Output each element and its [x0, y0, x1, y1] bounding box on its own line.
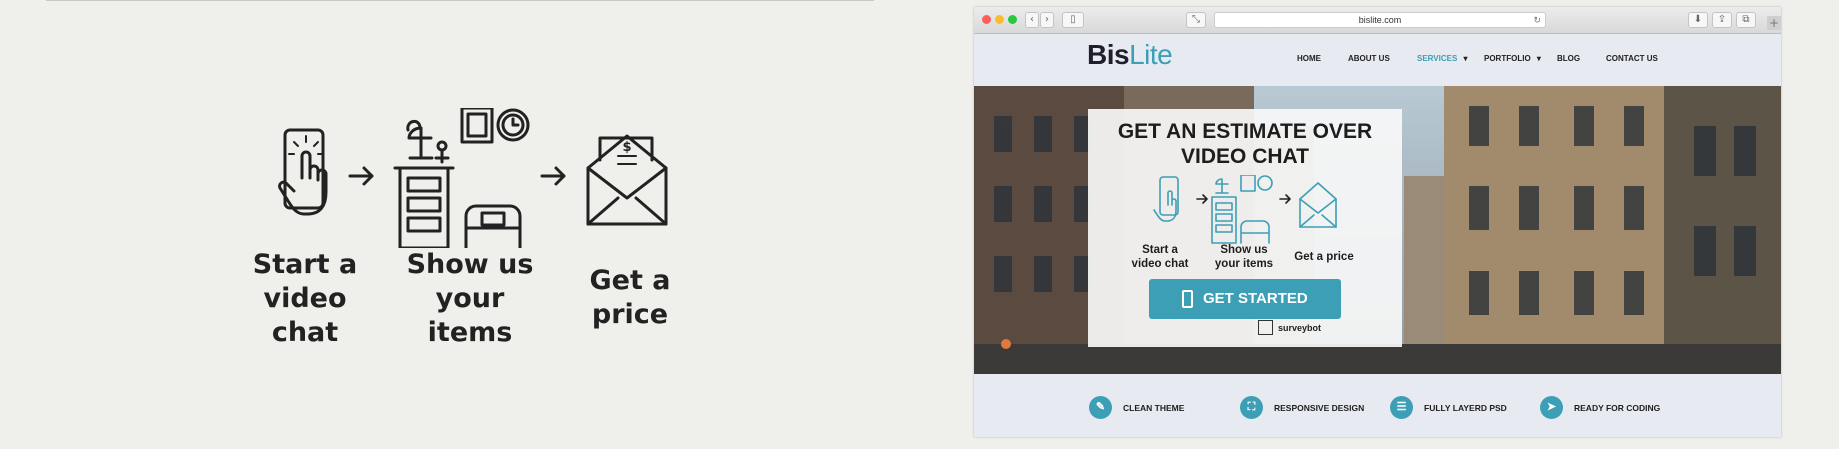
- chevron-down-icon: ▾: [1463, 54, 1468, 63]
- reload-icon[interactable]: ↻: [1533, 13, 1541, 27]
- feature-layered-psd: ☰ FULLY LAYERD PSD: [1390, 396, 1507, 419]
- nav-contact[interactable]: CONTACT US: [1606, 54, 1658, 63]
- step-label-show: Show us your items: [390, 248, 550, 350]
- get-started-label: GET STARTED: [1203, 290, 1308, 307]
- feature-label: FULLY LAYERD PSD: [1424, 403, 1507, 413]
- feature-label: CLEAN THEME: [1123, 403, 1185, 413]
- widget-title: GET AN ESTIMATE OVER VIDEO CHAT: [1088, 119, 1402, 169]
- feature-ready-coding: ➤ READY FOR CODING: [1540, 396, 1661, 419]
- logo-text-lite: Lite: [1129, 39, 1173, 70]
- widget-step-show: Show us your items: [1212, 243, 1276, 271]
- nav-portfolio[interactable]: PORTFOLIO ▾: [1484, 54, 1541, 63]
- url-text: bislite.com: [1358, 15, 1402, 25]
- phone-icon: [1182, 290, 1193, 308]
- new-tab-icon[interactable]: +: [1767, 16, 1781, 30]
- sidebar-icon[interactable]: ▯: [1062, 12, 1084, 28]
- layers-icon: ☰: [1390, 396, 1413, 419]
- nav-about[interactable]: ABOUT US: [1348, 54, 1390, 63]
- site-header: BisLite HOME ABOUT US SERVICES ▾ PORTFOL…: [974, 34, 1781, 86]
- browser-window: ‹ › ▯ ⤡ bislite.com ↻ ⬇ ⇪ ⧉ + BisLite HO…: [974, 7, 1781, 437]
- widget-step-icons: [1153, 175, 1337, 244]
- address-bar[interactable]: bislite.com ↻: [1214, 12, 1546, 28]
- responsive-icon: ⛶: [1240, 396, 1263, 419]
- nav-services-label: SERVICES: [1417, 54, 1458, 63]
- arrow-icon: [1279, 194, 1291, 204]
- arrow-icon: [348, 166, 374, 186]
- widget-title-line: GET AN ESTIMATE OVER: [1117, 120, 1373, 143]
- widget-step-text: Get a price: [1294, 251, 1354, 263]
- surveybot-text: surveybot: [1278, 323, 1322, 333]
- svg-text:$: $: [622, 140, 631, 155]
- surveybot-icon: [1258, 320, 1273, 335]
- step-text: video chat: [263, 283, 347, 348]
- widget-step-text: Start a: [1142, 244, 1178, 256]
- feature-responsive: ⛶ RESPONSIVE DESIGN: [1240, 396, 1365, 419]
- arrow-icon: [1196, 194, 1208, 204]
- step-label-price: Get a price: [550, 264, 710, 332]
- feature-label: READY FOR CODING: [1574, 403, 1661, 413]
- step-label-start: Start a video chat: [230, 248, 380, 350]
- top-divider: [46, 0, 874, 1]
- fullscreen-icon[interactable]: ⤡: [1186, 12, 1206, 28]
- widget-step-text: your items: [1214, 258, 1274, 270]
- zoom-window-button[interactable]: [1008, 15, 1017, 24]
- widget-step-price: Get a price: [1284, 250, 1364, 264]
- widget-step-start: Start a video chat: [1130, 243, 1190, 271]
- widget-step-text: video chat: [1131, 258, 1189, 270]
- chevron-down-icon: ▾: [1536, 54, 1541, 63]
- phone-tap-icon: [1153, 176, 1179, 222]
- pencil-icon: ✎: [1089, 396, 1112, 419]
- estimate-illustration: $ Start a video chat Show us your items …: [230, 108, 710, 348]
- furniture-icon: [393, 108, 530, 248]
- nav-blog[interactable]: BLOG: [1557, 54, 1580, 63]
- feature-label: RESPONSIVE DESIGN: [1274, 403, 1365, 413]
- arrow-icon: [540, 166, 566, 186]
- forward-arrow-icon[interactable]: ›: [1040, 12, 1054, 28]
- features-bar: ✎ CLEAN THEME ⛶ RESPONSIVE DESIGN ☰ FULL…: [974, 374, 1781, 437]
- step-text: Get a price: [589, 265, 671, 330]
- estimate-widget: GET AN ESTIMATE OVER VIDEO CHAT Start a …: [1088, 109, 1402, 347]
- back-arrow-icon[interactable]: ‹: [1025, 12, 1039, 28]
- illustration-icons: $: [278, 108, 668, 248]
- nav-services[interactable]: SERVICES ▾: [1417, 54, 1468, 63]
- site-logo[interactable]: BisLite: [1087, 39, 1173, 71]
- step-text: your items: [427, 283, 513, 348]
- minimize-window-button[interactable]: [995, 15, 1004, 24]
- envelope-price-icon: [1299, 182, 1337, 228]
- furniture-icon: [1211, 175, 1273, 244]
- tabs-icon[interactable]: ⧉: [1736, 12, 1756, 28]
- browser-toolbar: ‹ › ▯ ⤡ bislite.com ↻ ⬇ ⇪ ⧉ +: [974, 7, 1781, 34]
- close-window-button[interactable]: [982, 15, 991, 24]
- step-text: Start a: [252, 249, 358, 280]
- logo-text-bis: Bis: [1087, 39, 1130, 70]
- step-text: Show us: [406, 249, 534, 280]
- feature-clean-theme: ✎ CLEAN THEME: [1089, 396, 1185, 419]
- phone-tap-icon: [278, 128, 328, 216]
- share-icon[interactable]: ⇪: [1712, 12, 1732, 28]
- nav-portfolio-label: PORTFOLIO: [1484, 54, 1531, 63]
- cursor-icon: ➤: [1540, 396, 1563, 419]
- nav-home[interactable]: HOME: [1297, 54, 1321, 63]
- widget-step-text: Show us: [1220, 244, 1268, 256]
- widget-title-line: VIDEO CHAT: [1181, 145, 1309, 168]
- hero-banner: GET AN ESTIMATE OVER VIDEO CHAT Start a …: [974, 86, 1781, 374]
- download-icon[interactable]: ⬇: [1688, 12, 1708, 28]
- get-started-button[interactable]: GET STARTED: [1149, 279, 1341, 319]
- surveybot-logo: surveybot: [1258, 320, 1322, 335]
